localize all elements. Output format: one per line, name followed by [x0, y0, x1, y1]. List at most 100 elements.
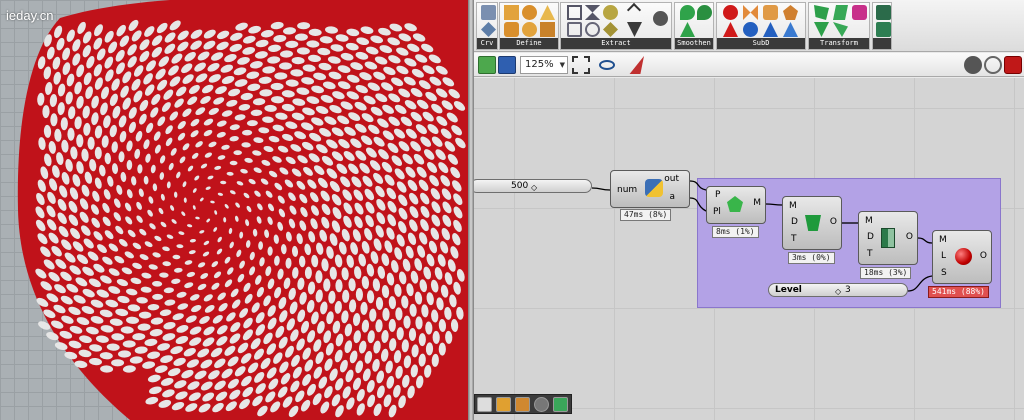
- thicken-icon: [805, 215, 821, 231]
- slider-knob-icon[interactable]: ◇: [531, 182, 537, 194]
- zoom-dropdown[interactable]: 125% ▼: [520, 56, 568, 74]
- offset-input-t: T: [867, 249, 873, 259]
- mirror-icon[interactable]: [814, 22, 829, 37]
- tetra-icon[interactable]: [763, 22, 778, 37]
- sphere-icon[interactable]: [522, 5, 537, 20]
- torus-icon[interactable]: [522, 22, 537, 37]
- arrow-down-icon[interactable]: [627, 22, 642, 37]
- vertices-icon[interactable]: [603, 22, 618, 37]
- thicken-component[interactable]: M D T O: [782, 196, 842, 250]
- number-slider[interactable]: 500 ◇: [474, 179, 592, 193]
- triangle-icon[interactable]: [723, 22, 738, 37]
- thicken-input-m: M: [789, 201, 797, 211]
- canvas-toolbar: 125% ▼: [474, 53, 1024, 77]
- cone-icon[interactable]: [540, 5, 555, 20]
- sphere-blue-icon[interactable]: [743, 22, 758, 37]
- level-slider[interactable]: Level ◇ 3: [768, 283, 908, 297]
- ribbon-group-transform: Transform: [808, 2, 870, 50]
- ribbon-group-label: Extract: [561, 38, 671, 49]
- cylinder-icon[interactable]: [504, 22, 519, 37]
- arrow-up-icon[interactable]: [626, 2, 642, 18]
- offset-timing: 18ms (3%): [860, 267, 912, 279]
- subdivide-input-s: S: [941, 268, 947, 278]
- zoom-value: 125%: [525, 59, 554, 70]
- mesh-timing: 8ms (1%): [712, 226, 759, 238]
- package-icon[interactable]: [515, 397, 530, 412]
- ribbon-group-label: [873, 38, 891, 49]
- slider-knob-icon[interactable]: ◇: [835, 286, 841, 298]
- fair-icon[interactable]: [680, 22, 695, 37]
- python-input-num: num: [617, 185, 638, 195]
- relax-icon[interactable]: [697, 5, 712, 20]
- python-output-a: a: [669, 192, 675, 202]
- zoom-extents-icon[interactable]: [572, 56, 590, 74]
- cube-icon[interactable]: [553, 397, 568, 412]
- offset-component[interactable]: M D T O: [858, 211, 918, 265]
- loop-icon[interactable]: [763, 5, 778, 20]
- ribbon-group-extract: Extract: [560, 2, 672, 50]
- export-icon[interactable]: [876, 22, 891, 37]
- smooth-icon[interactable]: [680, 5, 695, 20]
- watermark-text: ieday.cn: [6, 8, 54, 23]
- hexagon-tool-icon[interactable]: [481, 22, 496, 37]
- frame-icon[interactable]: [567, 5, 582, 20]
- grasshopper-window: Crv Define Extract Smoothen SubD Transfo…: [474, 0, 1024, 420]
- shaded-mode-icon[interactable]: [1004, 56, 1022, 74]
- hourglass-icon[interactable]: [585, 5, 600, 20]
- disc-icon[interactable]: [534, 397, 549, 412]
- download-icon[interactable]: [477, 397, 492, 412]
- move-icon[interactable]: [814, 5, 829, 20]
- doo-sabin-icon[interactable]: [743, 5, 758, 20]
- ribbon-group-label: Smoothen: [675, 38, 713, 49]
- ribbon-group-extra: [872, 2, 892, 50]
- wireframe-mode-icon[interactable]: [984, 56, 1002, 74]
- component-ribbon: Crv Define Extract Smoothen SubD Transfo…: [474, 0, 1024, 52]
- pen-icon[interactable]: [629, 56, 644, 74]
- face-icon[interactable]: [567, 22, 582, 37]
- catmull-clark-icon[interactable]: [723, 5, 738, 20]
- preview-mode-icon[interactable]: [964, 56, 982, 74]
- save-icon[interactable]: [498, 56, 516, 74]
- voronoi-mesh: [17, 0, 468, 420]
- box-icon[interactable]: [504, 5, 519, 20]
- subdivide-component[interactable]: M L S O: [932, 230, 992, 284]
- offset-input-d: D: [867, 232, 874, 242]
- sierpinski-icon[interactable]: [783, 22, 798, 37]
- level-slider-value: 3: [845, 285, 851, 295]
- offset-icon: [881, 228, 895, 248]
- rotate-icon[interactable]: [833, 22, 848, 37]
- ribbon-group-label: Transform: [809, 38, 869, 49]
- thicken-timing: 3ms (0%): [788, 252, 835, 264]
- edges-icon[interactable]: [585, 22, 600, 37]
- red-sphere-icon: [955, 248, 972, 265]
- python-timing: 47ms (8%): [620, 209, 672, 221]
- offset-output-o: O: [905, 232, 913, 242]
- prism-icon[interactable]: [540, 22, 555, 37]
- panel-icon[interactable]: [876, 5, 891, 20]
- ribbon-group-define: Define: [499, 2, 559, 50]
- curve-tool-icon[interactable]: [481, 5, 496, 20]
- thicken-input-d: D: [791, 217, 798, 227]
- subdivide-output-o: O: [979, 251, 987, 261]
- eye-icon[interactable]: [599, 60, 615, 70]
- canvas-mini-toolbar: [474, 394, 572, 414]
- bake-icon[interactable]: [496, 397, 511, 412]
- rhino-viewport[interactable]: ieday.cn: [0, 0, 468, 420]
- subdivide-input-m: M: [939, 235, 947, 245]
- grasshopper-canvas[interactable]: 500 ◇ num out a 47ms (8%) P Pl M 8ms (1%…: [474, 78, 1024, 420]
- ribbon-group-subd: SubD: [716, 2, 806, 50]
- offset-input-m: M: [865, 216, 873, 226]
- thicken-input-t: T: [791, 234, 797, 244]
- subdivide-input-l: L: [941, 251, 947, 261]
- python-component[interactable]: num out a: [610, 170, 690, 208]
- gear-icon[interactable]: [603, 5, 618, 20]
- warp-icon[interactable]: [852, 5, 867, 20]
- mesh-component[interactable]: P Pl M: [706, 186, 766, 224]
- network-icon[interactable]: [653, 11, 668, 26]
- chevron-down-icon: ▼: [559, 61, 565, 69]
- dual-icon[interactable]: [783, 5, 798, 20]
- scale-icon[interactable]: [833, 5, 848, 20]
- open-file-icon[interactable]: [478, 56, 496, 74]
- level-slider-label: Level: [775, 285, 802, 295]
- ribbon-group-label: Define: [500, 38, 558, 49]
